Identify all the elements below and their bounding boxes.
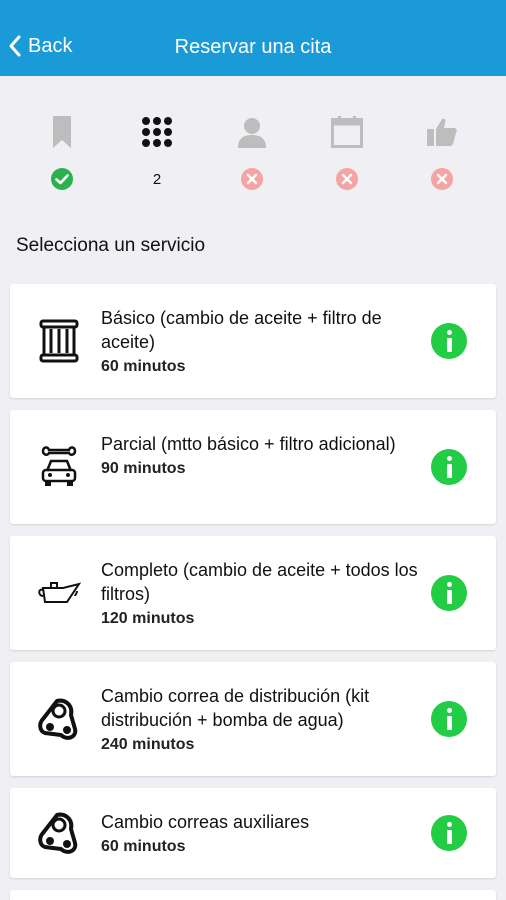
step-2[interactable]: 2	[127, 112, 187, 194]
service-card-parcial[interactable]: Parcial (mtto básico + filtro adicional)…	[10, 410, 496, 524]
info-button[interactable]	[431, 575, 467, 611]
service-card-partial[interactable]	[10, 890, 496, 900]
grid-icon	[142, 117, 172, 147]
service-card-correas-auxiliares[interactable]: Cambio correas auxiliares 60 minutos	[10, 788, 496, 878]
page-title: Reservar una cita	[174, 36, 332, 58]
service-card-basico[interactable]: Básico (cambio de aceite + filtro de ace…	[10, 284, 496, 398]
info-button[interactable]	[431, 323, 467, 359]
car-wrench-icon	[41, 446, 77, 486]
step-number: 2	[152, 170, 162, 188]
service-duration: 120 minutos	[101, 610, 195, 627]
x-circle-icon	[241, 168, 263, 190]
step-5[interactable]	[412, 112, 472, 194]
service-duration: 90 minutos	[101, 460, 186, 477]
info-button[interactable]	[431, 815, 467, 851]
service-card-completo[interactable]: Completo (cambio de aceite + todos los f…	[10, 536, 496, 650]
timing-belt-icon	[38, 698, 78, 740]
service-name: Cambio correa de distribución (kit distr…	[101, 686, 370, 730]
bookmark-icon	[53, 116, 71, 148]
info-button[interactable]	[431, 449, 467, 485]
step-4[interactable]	[317, 112, 377, 194]
step-indicator: 2	[0, 112, 506, 202]
step-3[interactable]	[222, 112, 282, 194]
person-icon	[238, 118, 266, 148]
service-duration: 60 minutos	[101, 358, 186, 375]
service-name: Básico (cambio de aceite + filtro de ace…	[101, 308, 382, 352]
thumbs-up-icon	[427, 118, 457, 146]
section-title: Selecciona un servicio	[16, 235, 206, 256]
service-name: Parcial (mtto básico + filtro adicional)	[101, 434, 396, 454]
service-name: Completo (cambio de aceite + todos los f…	[101, 560, 418, 604]
nav-bar: Back Reservar una cita	[0, 0, 506, 76]
service-card-correa-distribucion[interactable]: Cambio correa de distribución (kit distr…	[10, 662, 496, 776]
belt-icon	[38, 812, 78, 854]
x-circle-icon	[336, 168, 358, 190]
step-1[interactable]	[32, 112, 92, 194]
x-circle-icon	[431, 168, 453, 190]
info-button[interactable]	[431, 701, 467, 737]
oil-filter-icon	[39, 319, 79, 363]
service-duration: 60 minutos	[101, 838, 186, 855]
service-duration: 240 minutos	[101, 736, 195, 753]
calendar-icon	[331, 116, 363, 148]
service-name: Cambio correas auxiliares	[101, 812, 310, 832]
oil-can-icon	[38, 582, 81, 603]
check-circle-icon	[51, 168, 73, 190]
